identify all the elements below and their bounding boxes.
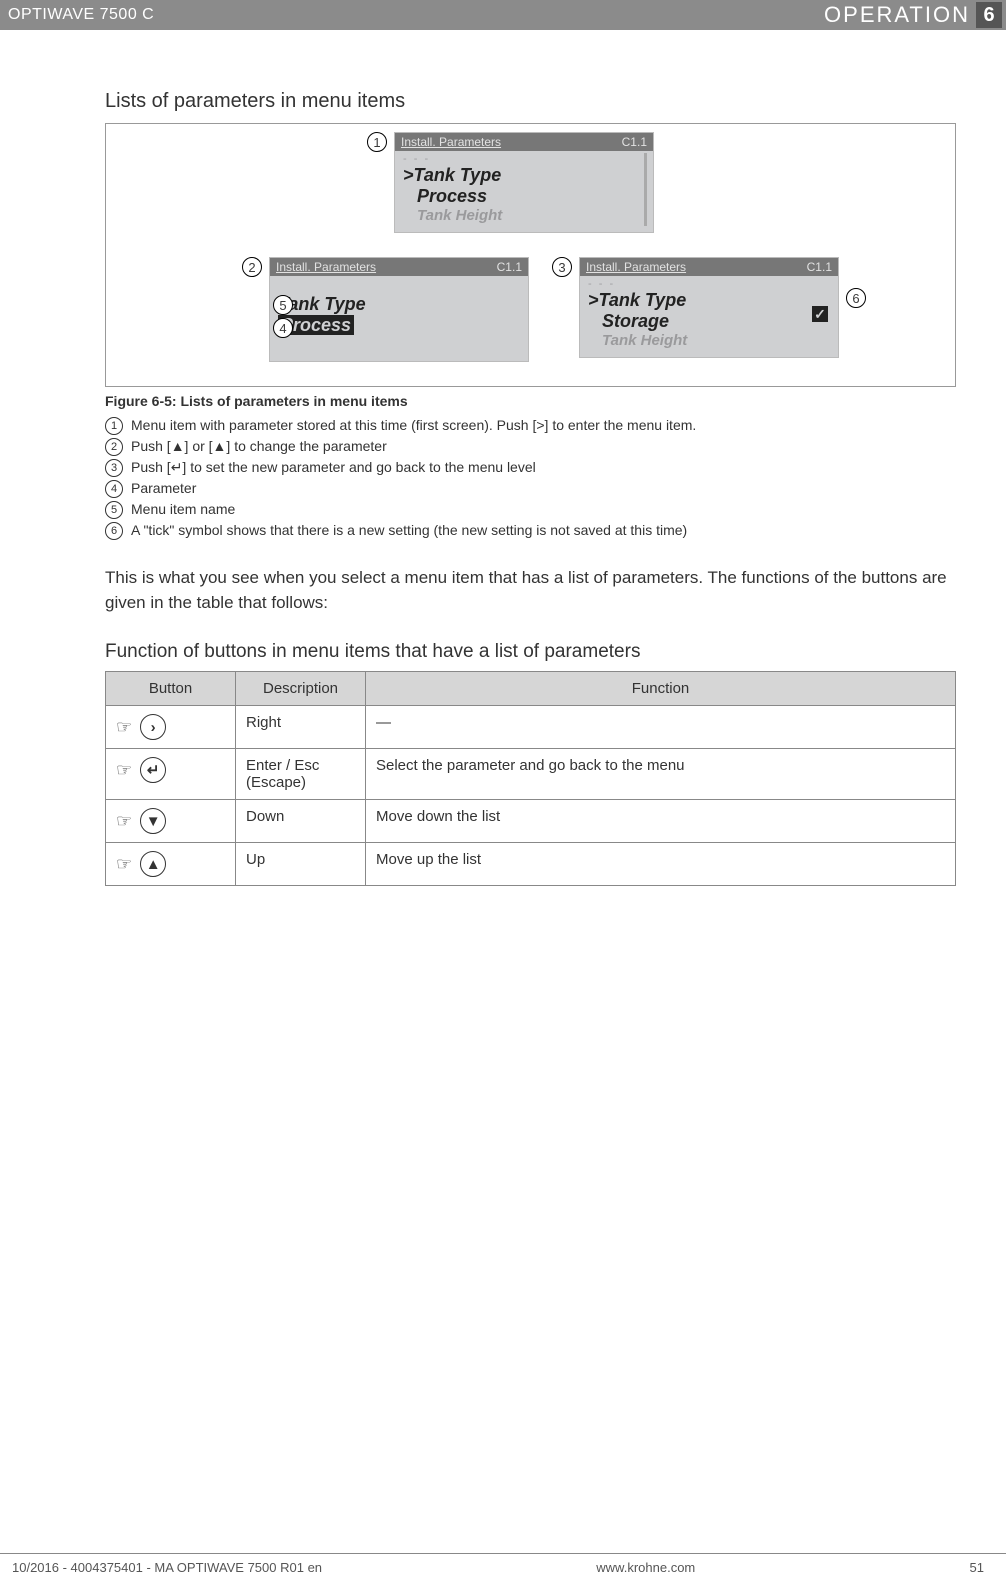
footer-doc-id: 10/2016 - 4004375401 - MA OPTIWAVE 7500 … (12, 1560, 322, 1575)
func-cell: Move up the list (366, 843, 956, 886)
legend-num: 4 (105, 480, 123, 498)
footer-page-number: 51 (970, 1560, 984, 1575)
th-button: Button (106, 672, 236, 706)
panel-title: Install. Parameters (586, 260, 686, 274)
figure-box: Install. Parameters C1.1 - - - >Tank Typ… (105, 123, 956, 387)
legend-num: 3 (105, 459, 123, 477)
th-function: Function (366, 672, 956, 706)
button-cell: ☞▼ (116, 808, 225, 834)
button-cell: ☞› (116, 714, 225, 740)
hand-icon: ☞ (116, 811, 132, 832)
legend-text: Push [▲] or [▲] to change the parameter (131, 438, 387, 454)
chapter-badge: 6 (976, 2, 1002, 28)
hand-icon: ☞ (116, 760, 132, 781)
legend-text: Parameter (131, 480, 196, 496)
figure-caption: Figure 6-5: Lists of parameters in menu … (105, 393, 956, 409)
callout-6: 6 (846, 288, 866, 308)
lcd-panel-3: Install. Parameters C1.1 - - - >Tank Typ… (579, 257, 839, 358)
panel-code: C1.1 (622, 135, 647, 149)
desc-cell: Enter / Esc (Escape) (236, 749, 366, 800)
product-name: OPTIWAVE 7500 C (8, 6, 154, 24)
lcd-panel-2: Install. Parameters C1.1 Tank Type Proce… (269, 257, 529, 362)
panel3-line1: >Tank Type (588, 290, 830, 311)
button-icon: ↵ (140, 757, 166, 783)
button-icon: › (140, 714, 166, 740)
panel1-line1: >Tank Type (403, 165, 645, 186)
table-row: ☞↵Enter / Esc (Escape)Select the paramet… (106, 749, 956, 800)
table-row: ☞▼DownMove down the list (106, 800, 956, 843)
legend-num: 2 (105, 438, 123, 456)
legend-num: 5 (105, 501, 123, 519)
function-table: Button Description Function ☞›Right—☞↵En… (105, 671, 956, 886)
button-cell: ☞↵ (116, 757, 225, 783)
legend-num: 6 (105, 522, 123, 540)
lcd-panel-1: Install. Parameters C1.1 - - - >Tank Typ… (394, 132, 654, 233)
table-title: Function of buttons in menu items that h… (105, 641, 956, 663)
figure-legend: 1 Menu item with parameter stored at this… (105, 417, 956, 540)
page-footer: 10/2016 - 4004375401 - MA OPTIWAVE 7500 … (0, 1553, 1006, 1575)
button-icon: ▼ (140, 808, 166, 834)
callout-1: 1 (367, 132, 387, 152)
func-cell: Select the parameter and go back to the … (366, 749, 956, 800)
callout-4: 4 (273, 318, 293, 338)
footer-url: www.krohne.com (596, 1560, 695, 1575)
legend-text: Push [↵] to set the new parameter and go… (131, 459, 536, 476)
body-paragraph: This is what you see when you select a m… (105, 566, 956, 615)
button-icon: ▲ (140, 851, 166, 877)
button-cell: ☞▲ (116, 851, 225, 877)
panel-title: Install. Parameters (276, 260, 376, 274)
callout-2: 2 (242, 257, 262, 277)
panel-code: C1.1 (807, 260, 832, 274)
section-label-wrap: OPERATION 6 (824, 2, 1002, 28)
hand-icon: ☞ (116, 854, 132, 875)
legend-text: Menu item with parameter stored at this … (131, 417, 696, 433)
dashes: - - - (403, 153, 645, 165)
dashes: - - - (588, 278, 830, 290)
panel-title: Install. Parameters (401, 135, 501, 149)
panel1-line2: Process (403, 186, 645, 207)
panel2-line2: Process (278, 315, 520, 336)
panel-code: C1.1 (497, 260, 522, 274)
table-row: ☞▲UpMove up the list (106, 843, 956, 886)
th-description: Description (236, 672, 366, 706)
func-cell: — (366, 706, 956, 749)
section-heading-1: Lists of parameters in menu items (105, 90, 956, 113)
desc-cell: Up (236, 843, 366, 886)
legend-text: Menu item name (131, 501, 235, 517)
legend-num: 1 (105, 417, 123, 435)
panel2-line1: Tank Type (278, 294, 520, 315)
callout-3: 3 (552, 257, 572, 277)
panel3-line3: Tank Height (588, 332, 830, 349)
desc-cell: Down (236, 800, 366, 843)
tick-icon: ✓ (812, 306, 828, 322)
hand-icon: ☞ (116, 717, 132, 738)
callout-5: 5 (273, 295, 293, 315)
page-header: OPTIWAVE 7500 C OPERATION 6 (0, 0, 1006, 30)
section-name: OPERATION (824, 2, 970, 28)
desc-cell: Right (236, 706, 366, 749)
panel1-line3: Tank Height (403, 207, 645, 224)
func-cell: Move down the list (366, 800, 956, 843)
legend-text: A "tick" symbol shows that there is a ne… (131, 522, 687, 538)
panel3-line2: Storage (588, 311, 830, 332)
table-row: ☞›Right— (106, 706, 956, 749)
